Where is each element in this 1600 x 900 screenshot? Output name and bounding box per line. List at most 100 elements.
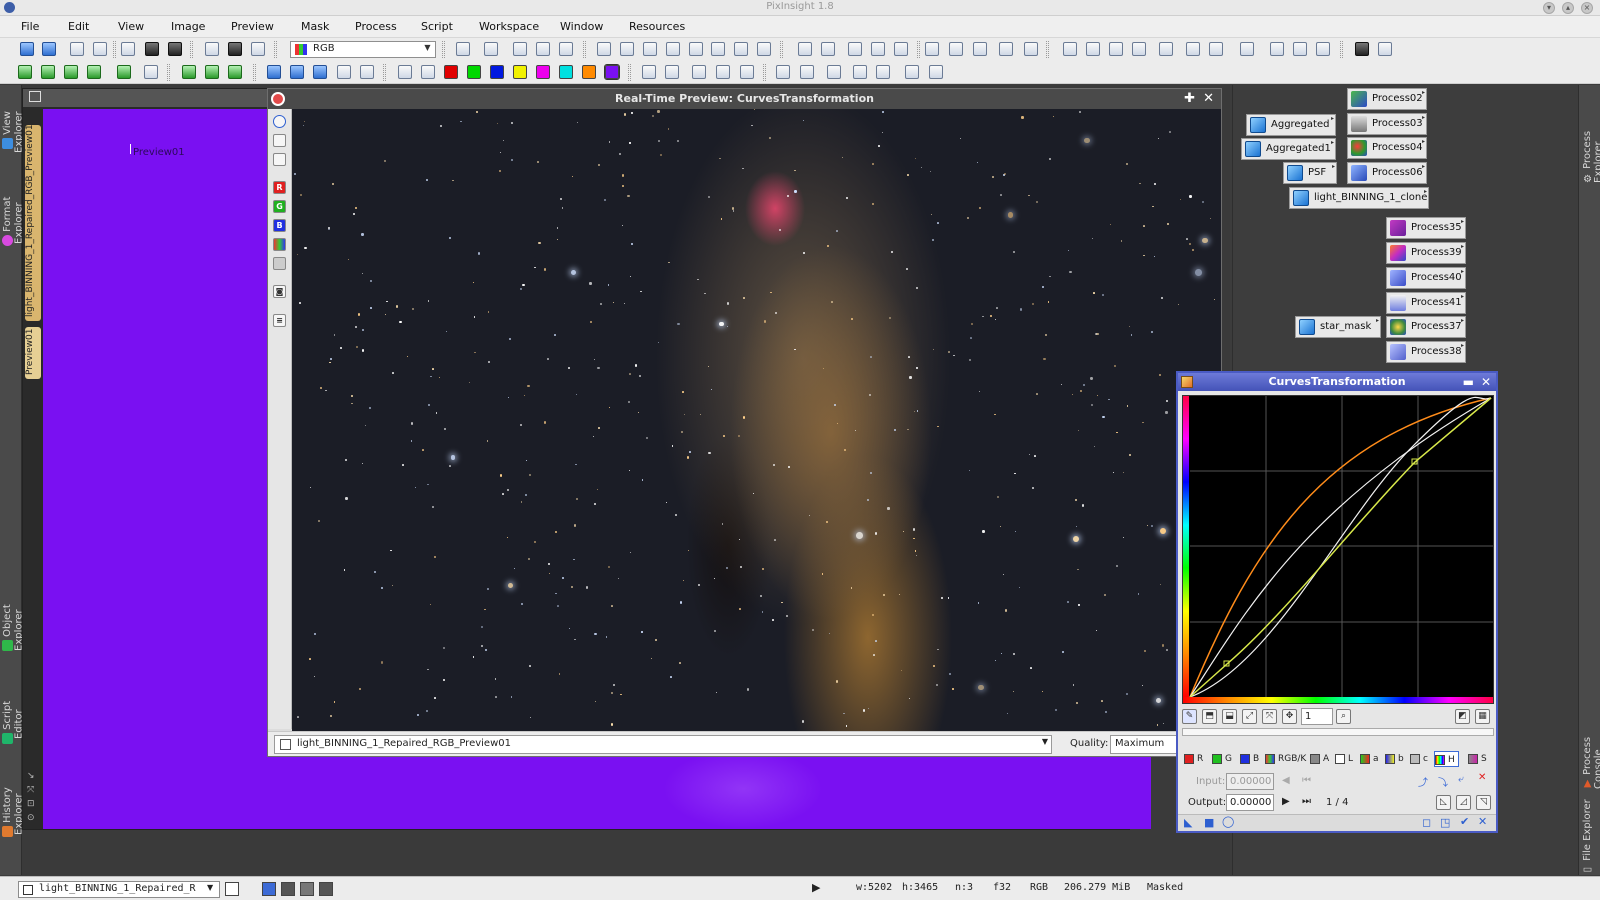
channel-rgbk[interactable]: RGB/K [1265, 751, 1306, 767]
pointer-icon[interactable] [757, 42, 771, 56]
menu-script[interactable]: Script [421, 20, 453, 33]
process-icon-2[interactable] [1086, 42, 1100, 56]
color-channel-select[interactable]: RGB ▼ [290, 41, 436, 58]
screen-3-icon[interactable] [827, 65, 841, 79]
flip-icon[interactable] [290, 65, 304, 79]
browse-doc-icon[interactable]: ◳ [1440, 816, 1450, 829]
play-icon[interactable]: ▶ [812, 881, 820, 894]
menu-edit[interactable]: Edit [68, 20, 89, 33]
select-points-icon[interactable]: ⬒ [1202, 709, 1217, 724]
channel-rgb-button[interactable] [273, 238, 286, 251]
mask-color-yellow-icon[interactable] [513, 65, 527, 79]
zoom-fit-icon[interactable]: ⤢ [1242, 709, 1257, 724]
milky-way-image[interactable] [292, 109, 1221, 731]
menu-workspace[interactable]: Workspace [479, 20, 539, 33]
zoom-out-icon[interactable] [821, 42, 835, 56]
next-point-icon[interactable]: ▶ [1282, 796, 1290, 807]
channel-h[interactable]: H [1434, 751, 1459, 767]
tab-process-console[interactable]: ▼ Process Console [1582, 697, 1600, 789]
zoom-fit-icon[interactable] [620, 42, 634, 56]
rotate-ccw-icon[interactable] [205, 65, 219, 79]
process-icon-3[interactable] [1109, 42, 1123, 56]
zoom-1-1-icon[interactable] [848, 42, 862, 56]
show-grid-icon[interactable]: ▦ [1475, 709, 1490, 724]
window-menu-icon[interactable] [29, 91, 41, 102]
menu-view[interactable]: View [118, 20, 144, 33]
apply-global-icon[interactable]: ◯ [1222, 815, 1234, 828]
process-icon-item[interactable]: Process04 ▸ [1347, 137, 1427, 159]
redo-icon[interactable] [42, 42, 56, 56]
process-icon-item[interactable]: Process37 ▸ [1386, 316, 1466, 338]
process-icon-item[interactable]: light_BINNING_1_clone ▸ [1289, 187, 1429, 209]
screen-7-icon[interactable] [929, 65, 943, 79]
preview-paste-icon[interactable] [87, 65, 101, 79]
lut-icon[interactable] [1355, 42, 1369, 56]
new-instance-icon[interactable]: ◣ [1184, 816, 1192, 829]
undo-icon[interactable] [20, 42, 34, 56]
preview-add-icon[interactable] [41, 65, 55, 79]
process-icon-6[interactable] [1186, 42, 1200, 56]
duplicate-image-icon[interactable] [70, 42, 84, 56]
channel-none-icon[interactable] [421, 65, 435, 79]
pan-icon[interactable] [666, 42, 680, 56]
delete-point-icon[interactable]: ✕ [1478, 772, 1486, 783]
channel-g[interactable]: G [1212, 751, 1232, 767]
process-icon-11[interactable] [1316, 42, 1330, 56]
process-icon-1[interactable] [1063, 42, 1077, 56]
first-point-icon[interactable]: ⏮ [1302, 775, 1311, 786]
channel-b-button[interactable]: B [273, 219, 286, 232]
preview-icon[interactable]: ◻ [1422, 816, 1431, 829]
zoom-in-icon[interactable] [798, 42, 812, 56]
interpolation-linear-icon[interactable]: ◹ [1476, 795, 1491, 810]
pick-output-icon[interactable]: ⤵ [1438, 774, 1448, 789]
process-icon-item[interactable]: Aggregated1 ▸ [1241, 138, 1336, 160]
menu-image[interactable]: Image [171, 20, 205, 33]
tab-object-explorer[interactable]: Object Explorer [2, 585, 25, 675]
menu-mask[interactable]: Mask [301, 20, 329, 33]
preview-view-select[interactable]: light_BINNING_1_Repaired_RGB_Preview01 ▼ [274, 735, 1052, 754]
output-field[interactable]: 0.00000 [1226, 794, 1274, 811]
zoom-spinbox[interactable]: 1 [1301, 708, 1333, 725]
rectangle-icon[interactable] [711, 42, 725, 56]
delete-points-icon[interactable]: ⬓ [1222, 709, 1237, 724]
process-icon-item[interactable]: Process38 ▸ [1386, 341, 1466, 363]
mask-enable-icon[interactable] [536, 42, 550, 56]
rotate-180-icon[interactable] [228, 65, 242, 79]
channel-gray-button[interactable] [273, 257, 286, 270]
dynamic-crop-icon[interactable] [643, 42, 657, 56]
process-icon-item[interactable]: PSF ▸ [1283, 162, 1337, 184]
chevron-down-icon[interactable]: ▼ [207, 883, 213, 892]
process-icon-item[interactable]: Process41 ▸ [1386, 292, 1466, 314]
mask-icon[interactable] [251, 42, 265, 56]
channel-r-button[interactable]: R [273, 181, 286, 194]
preview-delete-icon[interactable] [144, 65, 158, 79]
channel-c[interactable]: c [1410, 751, 1428, 767]
rotate-cw-icon[interactable] [182, 65, 196, 79]
prev-point-icon[interactable]: ◀ [1282, 775, 1290, 786]
circle-mode-icon[interactable] [273, 115, 286, 128]
fit-window-icon[interactable] [949, 42, 963, 56]
crop-icon[interactable] [313, 65, 327, 79]
menu-process[interactable]: Process [355, 20, 397, 33]
channel-lab-a[interactable]: a [1360, 751, 1379, 767]
close-icon[interactable]: ✕ [1481, 373, 1491, 391]
tab-script-editor[interactable]: Script Editor [2, 685, 25, 763]
process-icon-item[interactable]: Process35 ▸ [1386, 217, 1466, 239]
mirror-icon[interactable] [267, 65, 281, 79]
selection-icon[interactable] [734, 42, 748, 56]
zoom-2-1-icon[interactable] [871, 42, 885, 56]
mask-color-magenta-icon[interactable] [536, 65, 550, 79]
process-icon-item[interactable]: Process02 ▸ [1347, 88, 1427, 110]
pick-input-icon[interactable]: ⤴ [1418, 774, 1428, 789]
preview-list-icon[interactable] [117, 65, 131, 79]
screen-5-icon[interactable] [876, 65, 890, 79]
reset-stf-icon[interactable] [168, 42, 182, 56]
table-close-icon[interactable] [665, 65, 679, 79]
grayscale-icon[interactable] [228, 42, 242, 56]
move-icon[interactable] [689, 42, 703, 56]
preview-mode-icon[interactable] [456, 42, 470, 56]
channel-lab-b[interactable]: b [1385, 751, 1404, 767]
fit-view-icon[interactable] [925, 42, 939, 56]
mask-color-blue-icon[interactable] [490, 65, 504, 79]
process-icon-10[interactable] [1293, 42, 1307, 56]
